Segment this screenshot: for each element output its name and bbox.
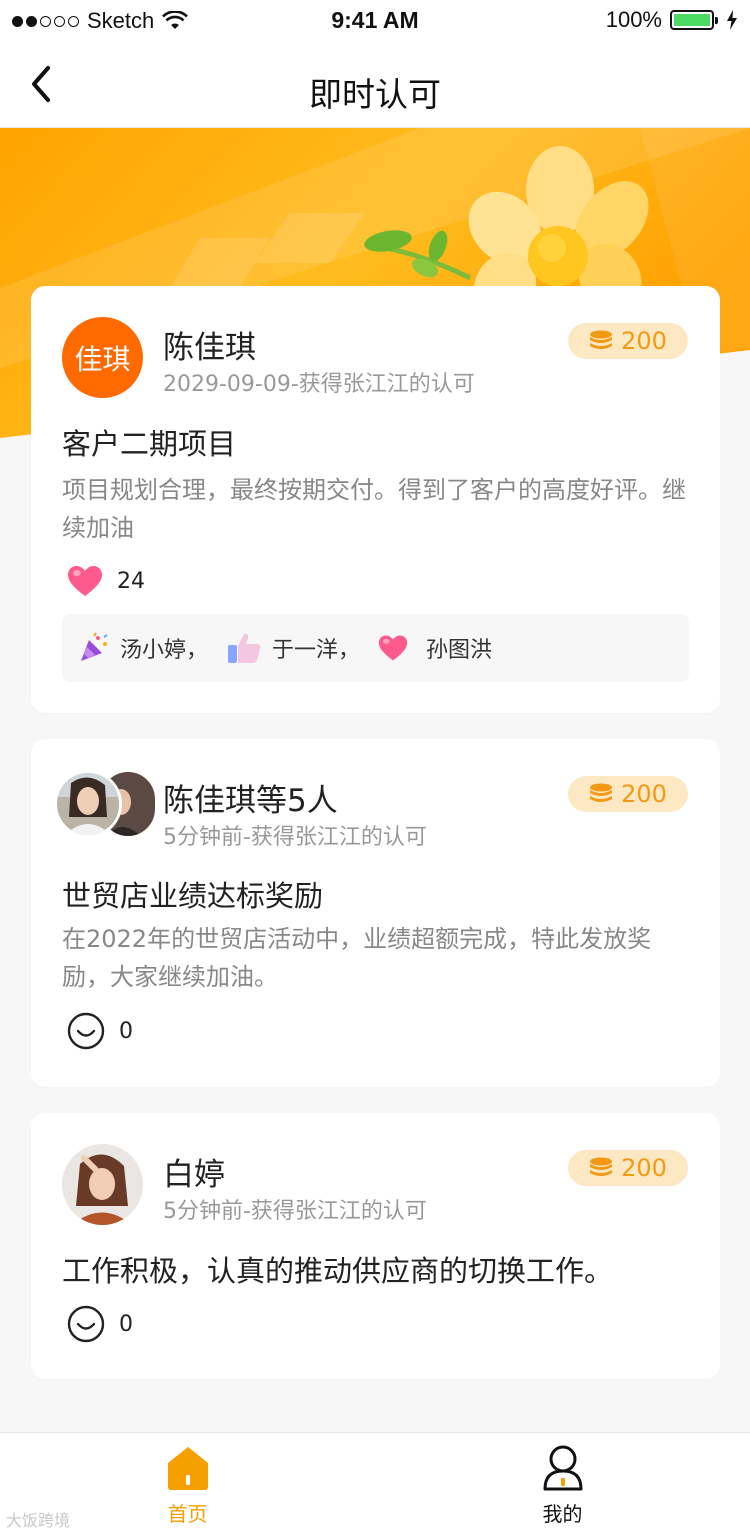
avatar[interactable] [54,770,122,838]
battery-percent: 100% [605,7,662,32]
card-description: 在2022年的世贸店活动中，业绩超额完成，特此发放奖励，大家继续加油。 [62,925,652,991]
avatar[interactable]: 佳琪 [62,317,143,398]
recognition-meta: 5分钟前-获得张江江的认可 [163,1199,427,1224]
reactor-name: 汤小婷， [120,638,209,663]
like-count: 24 [117,568,145,594]
coin-amount: 200 [621,327,667,355]
heart-icon [378,635,408,661]
recognition-card[interactable]: 白婷 5分钟前-获得张江江的认可 200 工作积极，认真的推动供应商的切换工作。… [31,1113,720,1379]
recipient-name: 陈佳琪 [163,330,256,366]
recipient-name: 陈佳琪等5人 [163,783,338,819]
coins-icon [590,1157,613,1176]
card-title: 工作积极，认真的推动供应商的切换工作。 [62,1254,614,1288]
coins-icon [590,783,613,802]
reactor-name: 孙图洪 [426,638,493,663]
reaction-count: 0 [119,1311,133,1337]
reactor-name: 于一洋， [272,638,361,663]
status-bar: Sketch 9:41 AM 100% [0,0,750,40]
card-title: 世贸店业绩达标奖励 [62,879,324,913]
reactor-item[interactable]: 孙图洪 [378,632,492,664]
reactor-item[interactable]: 汤小婷， [78,632,208,664]
tab-profile[interactable]: 我的 [375,1433,750,1532]
smiley-icon [67,1012,105,1050]
navigation-bar: 即时认可 [0,40,750,128]
party-popper-icon [81,632,108,661]
reaction-count: 0 [119,1018,133,1044]
coin-badge: 200 [568,323,688,359]
coin-badge: 200 [568,776,688,812]
recognition-meta: 2029-09-09-获得张江江的认可 [163,372,475,397]
battery-icon [670,10,718,30]
coin-amount: 200 [621,1154,667,1182]
smiley-icon [67,1305,105,1343]
coins-icon [590,330,613,349]
reactor-list: 汤小婷， 于一洋， 孙图洪 [62,614,689,682]
avatar[interactable] [62,1144,143,1225]
coin-badge: 200 [568,1150,688,1186]
recognition-card[interactable]: 佳琪 陈佳琪 2029-09-09-获得张江江的认可 200 客户二期项目 项目… [31,286,720,713]
card-title: 客户二期项目 [62,427,237,461]
heart-icon [68,566,102,596]
user-icon [543,1445,583,1491]
recipient-name: 白婷 [163,1157,225,1193]
card-description: 项目规划合理，最终按期交付。得到了客户的高度好评。继续加油 [62,476,686,542]
reactor-item[interactable]: 于一洋， [226,631,360,665]
thumbs-up-icon [228,633,261,663]
reaction-button[interactable]: 0 [67,1012,133,1050]
recognition-meta: 5分钟前-获得张江江的认可 [163,825,427,850]
battery-status: 100% [606,7,738,33]
page-title: 即时认可 [309,75,441,114]
reaction-button[interactable]: 0 [67,1305,133,1343]
home-icon [168,1447,208,1490]
charging-bolt-icon [727,10,737,30]
watermark: 大饭跨境 [6,1511,71,1530]
coin-amount: 200 [621,780,667,808]
recognition-card[interactable]: 陈佳琪等5人 5分钟前-获得张江江的认可 200 世贸店业绩达标奖励 在2022… [31,739,720,1087]
like-button[interactable]: 24 [67,565,145,597]
tab-bar: 首页 我的 [0,1432,750,1532]
tab-label: 我的 [542,1502,583,1526]
